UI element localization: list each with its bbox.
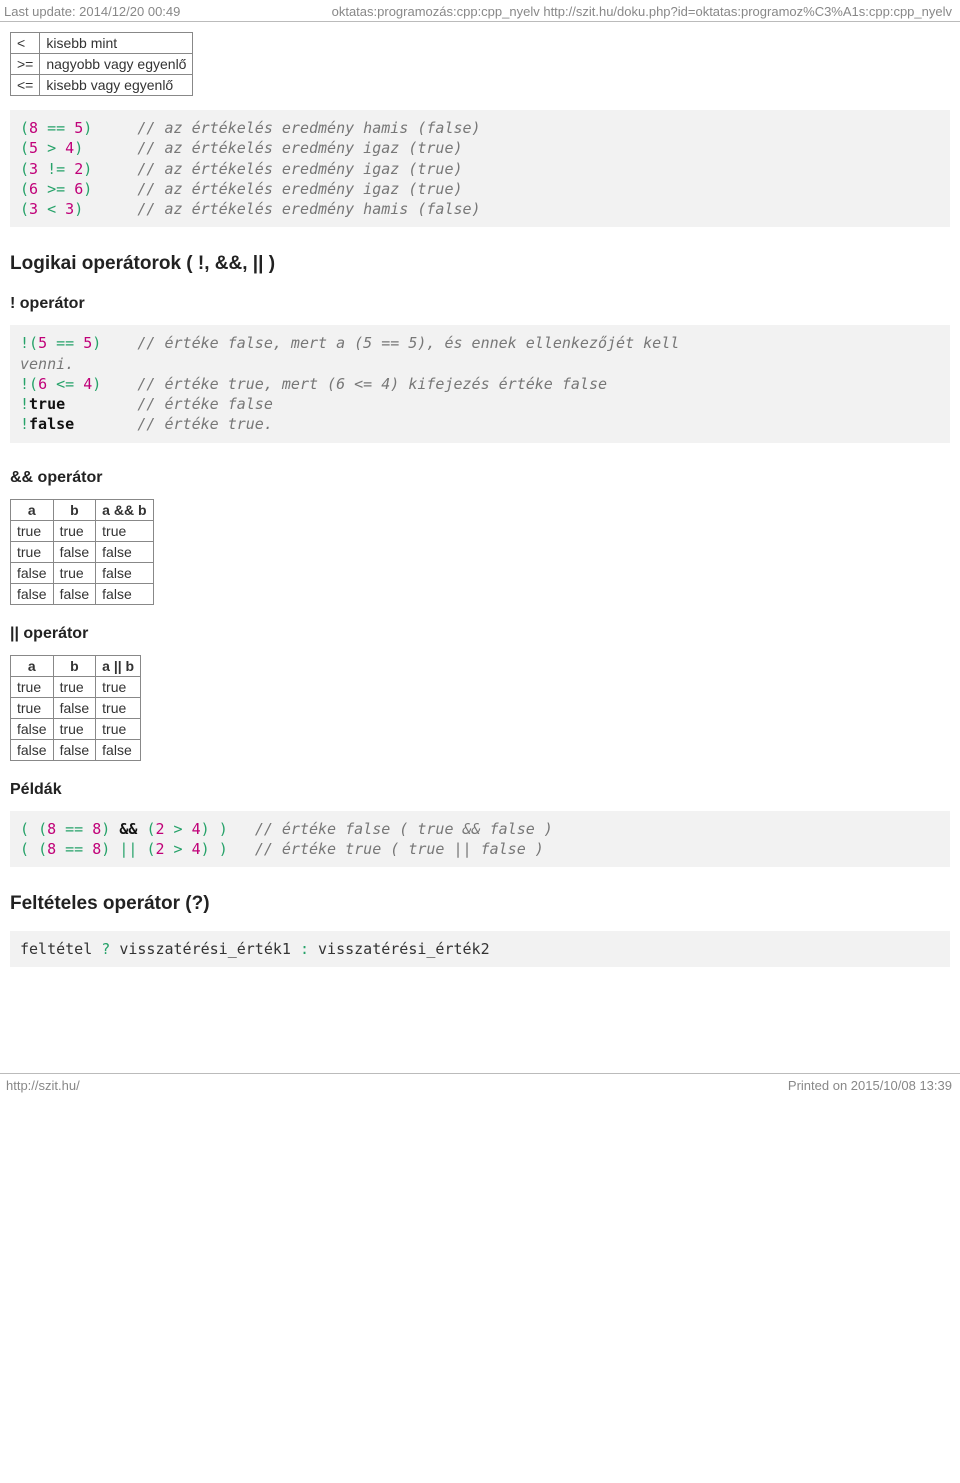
th-a: a — [11, 499, 54, 520]
desc-cell: kisebb mint — [40, 33, 193, 54]
table-row: truefalsetrue — [11, 697, 141, 718]
code-block-examples: ( (8 == 8) && (2 > 4) ) // értéke false … — [10, 811, 950, 868]
heading-or-operator: || operátor — [10, 625, 950, 643]
th-a: a — [11, 655, 54, 676]
table-row: <= kisebb vagy egyenlő — [11, 75, 193, 96]
code-block-not: !(5 == 5) // értéke false, mert a (5 == … — [10, 325, 950, 442]
table-header-row: a b a && b — [11, 499, 154, 520]
footer-printed: Printed on 2015/10/08 13:39 — [788, 1078, 952, 1093]
desc-cell: nagyobb vagy egyenlő — [40, 54, 193, 75]
table-row: >= nagyobb vagy egyenlő — [11, 54, 193, 75]
table-row: falsefalsefalse — [11, 739, 141, 760]
code-block-comparison: (8 == 5) // az értékelés eredmény hamis … — [10, 110, 950, 227]
table-row: < kisebb mint — [11, 33, 193, 54]
table-row: falsefalsefalse — [11, 583, 154, 604]
th-b: b — [53, 499, 96, 520]
th-b: b — [53, 655, 96, 676]
th-result: a || b — [96, 655, 141, 676]
th-result: a && b — [96, 499, 153, 520]
heading-logical-operators: Logikai operátorok ( !, &&, || ) — [10, 253, 950, 275]
or-truth-table: a b a || b truetruetrue truefalsetrue fa… — [10, 655, 141, 761]
heading-not-operator: ! operátor — [10, 295, 950, 313]
table-row: falsetruefalse — [11, 562, 154, 583]
heading-examples: Példák — [10, 781, 950, 799]
heading-and-operator: && operátor — [10, 469, 950, 487]
and-truth-table: a b a && b truetruetrue truefalsefalse f… — [10, 499, 154, 605]
table-row: truetruetrue — [11, 676, 141, 697]
page-header: Last update: 2014/12/20 00:49 oktatas:pr… — [0, 0, 960, 22]
table-header-row: a b a || b — [11, 655, 141, 676]
table-row: truefalsefalse — [11, 541, 154, 562]
heading-conditional-operator: Feltételes operátor (?) — [10, 893, 950, 915]
footer-url: http://szit.hu/ — [6, 1078, 80, 1093]
table-row: truetruetrue — [11, 520, 154, 541]
page-content: < kisebb mint >= nagyobb vagy egyenlő <=… — [0, 22, 960, 1073]
desc-cell: kisebb vagy egyenlő — [40, 75, 193, 96]
comparison-operators-table: < kisebb mint >= nagyobb vagy egyenlő <=… — [10, 32, 193, 96]
table-row: falsetruetrue — [11, 718, 141, 739]
op-cell: < — [11, 33, 40, 54]
op-cell: >= — [11, 54, 40, 75]
last-update: Last update: 2014/12/20 00:49 — [4, 4, 180, 19]
page-path: oktatas:programozás:cpp:cpp_nyelv http:/… — [332, 4, 952, 19]
code-block-conditional: feltétel ? visszatérési_érték1 : visszat… — [10, 931, 950, 967]
op-cell: <= — [11, 75, 40, 96]
page-footer: http://szit.hu/ Printed on 2015/10/08 13… — [0, 1073, 960, 1099]
